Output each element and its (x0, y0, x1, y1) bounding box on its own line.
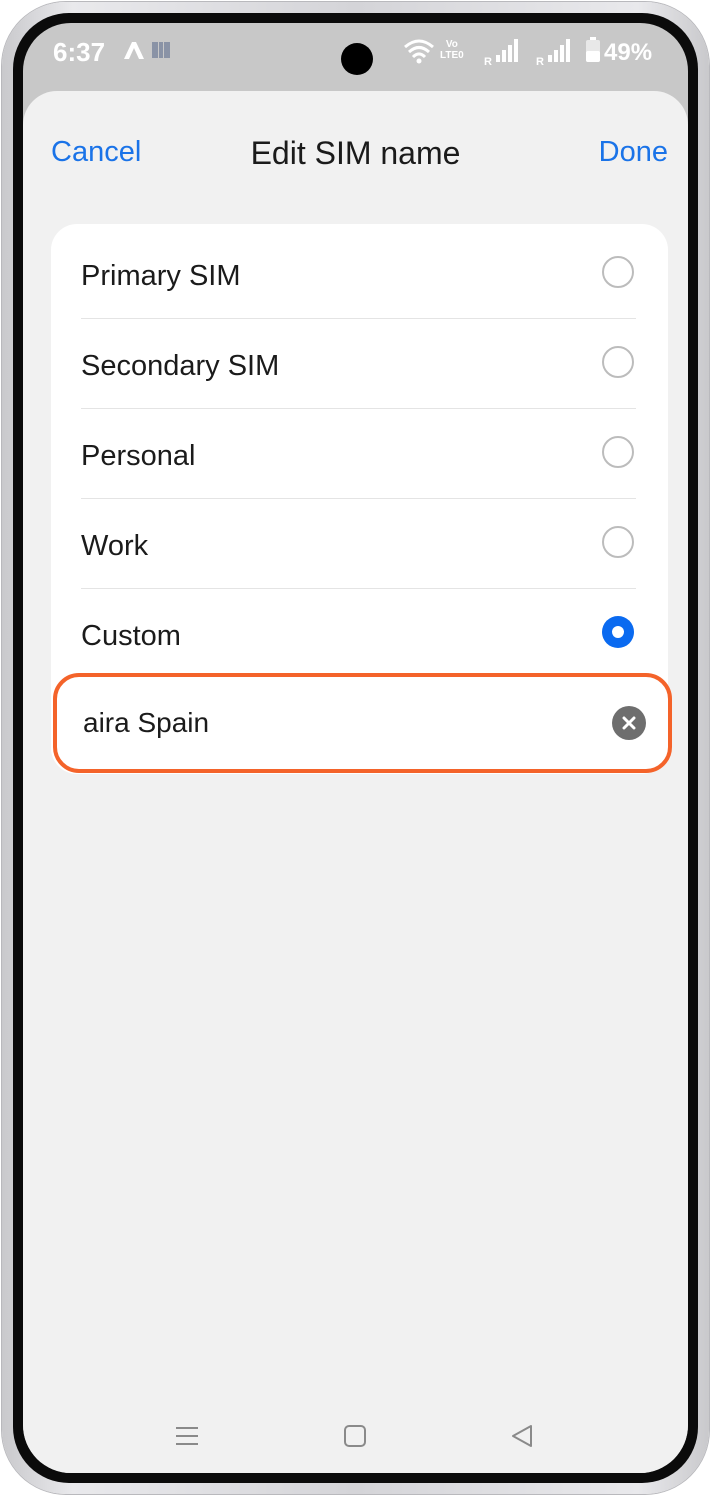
a-app-icon (122, 39, 146, 66)
option-label: Custom (81, 620, 181, 652)
status-time: 6:37 (53, 37, 106, 67)
radio-button[interactable] (602, 526, 634, 558)
home-icon (343, 1425, 367, 1452)
option-label: Work (81, 530, 149, 562)
done-button[interactable]: Done (599, 136, 668, 169)
status-bar: 6:37 Vo LTE0 R R 49% (23, 23, 688, 89)
system-navigation-bar (23, 1415, 688, 1473)
option-work[interactable]: Work (81, 499, 636, 589)
phone-frame: 6:37 Vo LTE0 R R 49% Cancel Edit SIM nam… (2, 2, 709, 1494)
back-button[interactable] (509, 1423, 535, 1452)
option-personal[interactable]: Personal (81, 409, 636, 499)
option-secondary-sim[interactable]: Secondary SIM (81, 319, 636, 409)
option-primary-sim[interactable]: Primary SIM (81, 229, 636, 319)
option-label: Secondary SIM (81, 350, 280, 382)
radio-button-selected[interactable] (602, 616, 634, 648)
option-custom[interactable]: Custom (81, 589, 636, 679)
battery-icon (585, 37, 601, 68)
screen: 6:37 Vo LTE0 R R 49% Cancel Edit SIM nam… (23, 23, 688, 1473)
radio-button[interactable] (602, 346, 634, 378)
recents-icon (174, 1427, 200, 1452)
volte-top-text: Vo (445, 39, 458, 50)
option-label: Personal (81, 440, 196, 472)
roaming-indicator-2: R (536, 56, 544, 68)
page-title: Edit SIM name (250, 135, 461, 171)
wifi-icon (403, 38, 435, 69)
signal-icon (547, 37, 571, 68)
option-label: Primary SIM (81, 260, 241, 292)
edit-sim-name-sheet: Cancel Edit SIM name Done Primary SIM Se… (23, 91, 688, 1473)
close-icon (612, 716, 646, 743)
signal-icon (495, 37, 519, 68)
front-camera (341, 43, 373, 75)
home-button[interactable] (343, 1423, 367, 1452)
phone-bezel: 6:37 Vo LTE0 R R 49% Cancel Edit SIM nam… (13, 13, 698, 1483)
volte-indicator: Vo LTE0 (440, 39, 464, 61)
clear-text-button[interactable] (612, 706, 646, 740)
radio-button[interactable] (602, 436, 634, 468)
back-icon (509, 1425, 535, 1452)
battery-percentage: 49% (604, 39, 653, 66)
custom-name-input[interactable] (83, 703, 563, 743)
recents-button[interactable] (174, 1423, 200, 1452)
radio-button[interactable] (602, 256, 634, 288)
custom-name-field[interactable] (53, 673, 672, 773)
volte-bottom-text: LTE0 (440, 50, 464, 61)
wallet-icon (150, 39, 172, 66)
roaming-indicator-1: R (484, 56, 492, 68)
